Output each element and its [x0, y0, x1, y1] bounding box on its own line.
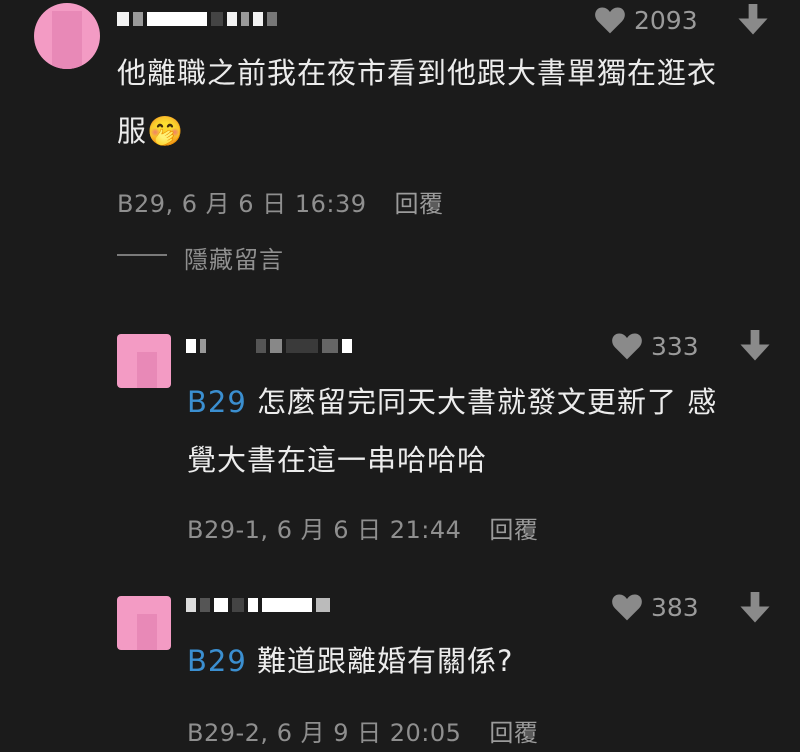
like-count[interactable]: 2093 [594, 5, 698, 35]
reply-button[interactable]: 回覆 [394, 190, 443, 218]
down-arrow-icon[interactable] [740, 330, 770, 366]
avatar[interactable] [117, 596, 171, 650]
username-redacted[interactable] [186, 339, 356, 353]
mention-link[interactable]: B29 [187, 644, 247, 678]
heart-icon[interactable] [594, 5, 626, 35]
down-arrow-icon[interactable] [740, 592, 770, 628]
comment-text-line: 服 [117, 114, 148, 148]
reply-text-line: 難道跟離婚有關係? [246, 644, 514, 678]
timestamp: B29-2, 6 月 9 日 20:05 [187, 719, 462, 747]
mention-link[interactable]: B29 [187, 385, 247, 419]
like-number: 333 [651, 331, 699, 361]
like-count[interactable]: 383 [611, 592, 699, 622]
timestamp: B29-1, 6 月 6 日 21:44 [187, 516, 462, 544]
divider [117, 254, 167, 256]
hand-over-mouth-emoji: 🤭 [147, 114, 185, 148]
avatar-silhouette [137, 614, 157, 650]
timestamp: B29, 6 月 6 日 16:39 [117, 190, 367, 218]
heart-icon[interactable] [611, 331, 643, 361]
like-number: 2093 [634, 5, 698, 35]
reply-text: B29 怎麼留完同天大書就發文更新了 感 覺大書在這一串哈哈哈 [187, 373, 717, 489]
like-count[interactable]: 333 [611, 331, 699, 361]
comment-text-line: 他離職之前我在夜市看到他跟大書單獨在逛衣 [117, 56, 718, 90]
avatar-silhouette [137, 352, 157, 388]
avatar-silhouette [52, 11, 82, 69]
reply-text-line: 覺大書在這一串哈哈哈 [187, 443, 488, 477]
avatar[interactable] [34, 3, 100, 69]
comment-text: 他離職之前我在夜市看到他跟大書單獨在逛衣 服🤭 [117, 44, 717, 160]
comment-meta: B29, 6 月 6 日 16:39 回覆 [117, 184, 443, 219]
reply-text: B29 難道跟離婚有關係? [187, 632, 513, 690]
reply-button[interactable]: 回覆 [489, 719, 538, 747]
down-arrow-icon[interactable] [738, 4, 768, 40]
hide-replies-button[interactable]: 隱藏留言 [184, 240, 284, 275]
avatar[interactable] [117, 334, 171, 388]
reply-text-line: 怎麼留完同天大書就發文更新了 感 [246, 385, 718, 419]
username-redacted[interactable] [186, 598, 334, 612]
reply-meta: B29-2, 6 月 9 日 20:05 回覆 [187, 713, 538, 748]
reply-button[interactable]: 回覆 [489, 516, 538, 544]
like-number: 383 [651, 592, 699, 622]
username-redacted[interactable] [117, 12, 281, 26]
heart-icon[interactable] [611, 592, 643, 622]
reply-meta: B29-1, 6 月 6 日 21:44 回覆 [187, 510, 538, 545]
